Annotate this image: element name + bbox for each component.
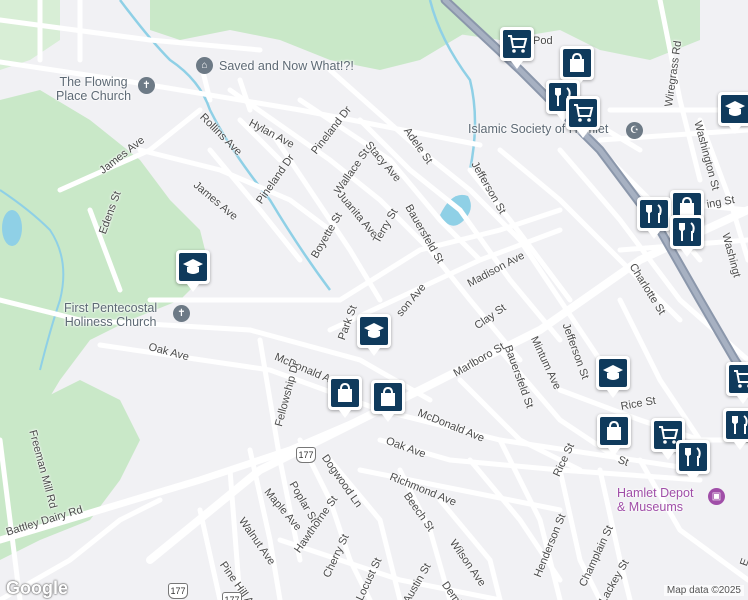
route-shield: 177 <box>168 583 188 599</box>
landmark-icon: ⌂ <box>196 57 213 74</box>
map-canvas[interactable]: Hylan Ave Rollins Ave Pineland Dr Pineland … <box>0 0 748 600</box>
shopping-bag-icon <box>570 52 584 72</box>
school-marker[interactable] <box>357 314 391 356</box>
poi-line: Holiness Church <box>64 315 157 329</box>
shopping-bag-marker[interactable] <box>560 46 594 88</box>
google-logo: Google <box>6 578 68 598</box>
map-attribution[interactable]: Map data ©2025 <box>663 585 744 596</box>
church-icon: ✝ <box>173 305 190 322</box>
park-area-left-top <box>0 0 60 70</box>
poi-line: First Pentecostal <box>64 301 158 315</box>
shopping-cart-icon <box>574 104 594 122</box>
restaurant-icon <box>646 204 662 223</box>
poi-saved-and-now-what[interactable]: Saved and Now What!?! <box>219 59 354 73</box>
shopping-bag-icon <box>607 420 621 440</box>
restaurant-marker[interactable] <box>637 197 671 239</box>
poi-line: & Museums <box>617 500 683 514</box>
church-icon: ✝ <box>138 77 155 94</box>
shopping-bag-marker[interactable] <box>597 414 631 456</box>
restaurant-marker[interactable] <box>676 440 710 482</box>
restaurant-icon <box>679 222 695 241</box>
school-icon <box>364 323 384 338</box>
route-shield: 177 <box>222 592 242 600</box>
school-marker[interactable] <box>596 356 630 398</box>
school-icon <box>725 101 745 116</box>
shopping-cart-marker[interactable] <box>566 96 600 138</box>
poi-line: The Flowing <box>59 75 128 89</box>
shopping-cart-icon <box>508 35 528 53</box>
poi-line: Hamlet Depot <box>617 486 694 500</box>
restaurant-marker[interactable] <box>670 215 704 257</box>
restaurant-icon <box>732 415 748 434</box>
pond <box>2 210 22 246</box>
route-shield: 177 <box>296 447 316 463</box>
restaurant-marker[interactable] <box>723 408 748 450</box>
restaurant-icon <box>685 447 701 466</box>
museum-icon: ▣ <box>708 488 725 505</box>
shopping-cart-marker[interactable] <box>726 362 748 404</box>
poi-line: Place Church <box>56 89 132 103</box>
shopping-bag-icon <box>381 386 395 406</box>
school-marker[interactable] <box>718 92 748 134</box>
shopping-cart-icon <box>734 370 748 388</box>
poi-first-pentecostal[interactable]: First Pentecostal Holiness Church <box>64 301 157 329</box>
school-marker[interactable] <box>176 250 210 292</box>
shopping-cart-marker[interactable] <box>500 27 534 69</box>
school-icon <box>183 259 203 274</box>
shopping-bag-marker[interactable] <box>371 380 405 422</box>
shopping-bag-marker[interactable] <box>328 376 362 418</box>
school-icon <box>603 365 623 380</box>
poi-line: Saved and Now What!?! <box>219 59 354 73</box>
poi-flowing-place-church[interactable]: The Flowing Place Church <box>56 75 131 103</box>
poi-hamlet-depot[interactable]: Hamlet Depot & Museums <box>617 486 693 514</box>
street-label-pod: Pod <box>533 35 553 47</box>
shopping-bag-icon <box>338 382 352 402</box>
mosque-icon: ☪ <box>626 122 643 139</box>
